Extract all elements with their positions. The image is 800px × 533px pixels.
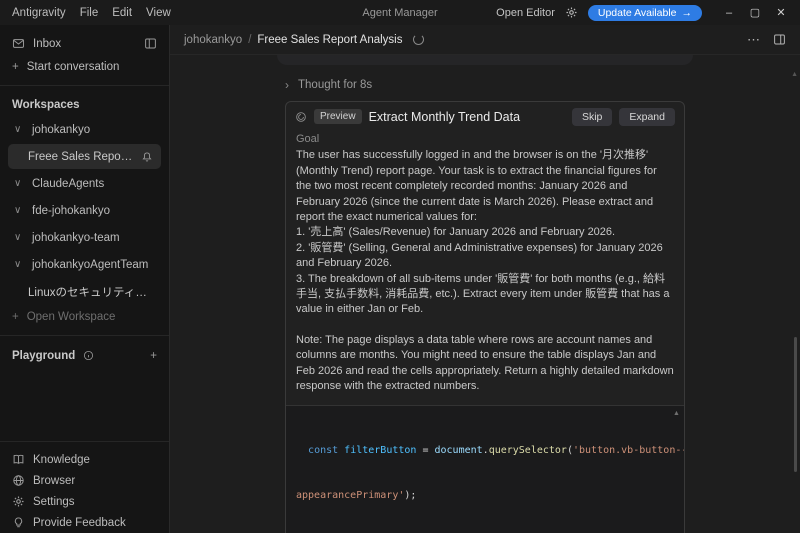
task-card-header: Preview Extract Monthly Trend Data Skip … bbox=[286, 102, 684, 131]
gear-icon[interactable] bbox=[565, 6, 578, 19]
open-editor-button[interactable]: Open Editor bbox=[496, 7, 555, 19]
menu-file[interactable]: File bbox=[73, 7, 106, 19]
plus-icon: + bbox=[12, 311, 19, 323]
info-icon bbox=[83, 350, 94, 361]
code-line: const filterButton = document.querySelec… bbox=[296, 443, 670, 458]
sidebar-item-knowledge[interactable]: Knowledge bbox=[0, 449, 169, 470]
sidebar-workspace-claudeagents[interactable]: ∨ ClaudeAgents bbox=[0, 170, 169, 197]
chat-scroll-area: › Thought for 8s Preview bbox=[170, 55, 800, 533]
goal-item: 1. '売上高' (Sales/Revenue) for January 202… bbox=[296, 225, 674, 240]
goal-label: Goal bbox=[296, 132, 674, 147]
sidebar-item-provide-feedback[interactable]: Provide Feedback bbox=[0, 512, 169, 533]
page-scroll-up-icon[interactable]: ▲ bbox=[791, 71, 798, 78]
goal-item: 3. The breakdown of all sub-items under … bbox=[296, 272, 674, 318]
chevron-right-icon: › bbox=[285, 78, 289, 92]
menu-view[interactable]: View bbox=[139, 7, 178, 19]
sidebar-item-browser[interactable]: Browser bbox=[0, 470, 169, 491]
chevron-down-icon: ∨ bbox=[14, 259, 24, 270]
chevron-down-icon: ∨ bbox=[14, 124, 24, 135]
breadcrumb-workspace[interactable]: johokankyo bbox=[184, 34, 242, 46]
globe-icon bbox=[12, 474, 25, 487]
thought-toggle[interactable]: › Thought for 8s bbox=[285, 78, 693, 92]
sidebar-item-inbox[interactable]: Inbox bbox=[0, 32, 169, 55]
conversation-header: johokankyo / Freee Sales Report Analysis… bbox=[170, 25, 800, 55]
sidebar-workspace-johokankyo-agentteam[interactable]: ∨ johokankyoAgentTeam bbox=[0, 251, 169, 278]
task-card: Preview Extract Monthly Trend Data Skip … bbox=[285, 101, 685, 533]
inbox-label: Inbox bbox=[33, 38, 136, 50]
page-scrollbar-thumb[interactable] bbox=[794, 337, 797, 472]
add-playground-button[interactable]: + bbox=[150, 350, 157, 362]
loading-spinner-icon bbox=[413, 34, 424, 45]
sidebar-workspace-fde-johokankyo[interactable]: ∨ fde-johokankyo bbox=[0, 197, 169, 224]
previous-message-partial bbox=[277, 55, 693, 65]
scroll-up-icon[interactable]: ▲ bbox=[673, 410, 680, 417]
chevron-down-icon: ∨ bbox=[14, 178, 24, 189]
workspaces-header: Workspaces bbox=[0, 93, 169, 116]
sidebar-divider bbox=[0, 85, 169, 86]
task-title: Extract Monthly Trend Data bbox=[369, 110, 565, 124]
menu-edit[interactable]: Edit bbox=[105, 7, 139, 19]
titlebar: Antigravity File Edit View Agent Manager… bbox=[0, 0, 800, 25]
start-conversation-label: Start conversation bbox=[27, 61, 120, 73]
skip-button[interactable]: Skip bbox=[572, 108, 612, 126]
more-options-button[interactable]: ⋯ bbox=[747, 32, 761, 48]
book-icon bbox=[12, 453, 25, 466]
sidebar-divider bbox=[0, 335, 169, 336]
expand-button[interactable]: Expand bbox=[619, 108, 675, 126]
sidebar-workspace-johokankyo[interactable]: ∨ johokankyo bbox=[0, 116, 169, 143]
sidebar-item-open-workspace[interactable]: + Open Workspace bbox=[0, 305, 169, 328]
main-panel: johokankyo / Freee Sales Report Analysis… bbox=[170, 25, 800, 533]
plus-icon: + bbox=[12, 61, 19, 73]
sidebar-workspace-johokankyo-team[interactable]: ∨ johokankyo-team bbox=[0, 224, 169, 251]
minimize-button[interactable]: – bbox=[718, 7, 740, 19]
app-window: Antigravity File Edit View Agent Manager… bbox=[0, 0, 800, 533]
permission-section: const filterButton = document.querySelec… bbox=[286, 405, 684, 533]
menu-antigravity[interactable]: Antigravity bbox=[8, 7, 73, 19]
goal-item: 2. '販管費' (Selling, General and Administr… bbox=[296, 241, 674, 272]
panel-right-toggle-icon[interactable] bbox=[773, 33, 786, 46]
breadcrumb-title: Freee Sales Report Analysis bbox=[257, 34, 402, 46]
maximize-button[interactable]: ▢ bbox=[744, 6, 766, 19]
agent-swirl-icon bbox=[295, 111, 307, 123]
gear-icon bbox=[12, 495, 25, 508]
chevron-down-icon: ∨ bbox=[14, 232, 24, 243]
sidebar-item-settings[interactable]: Settings bbox=[0, 491, 169, 512]
breadcrumb-separator: / bbox=[248, 34, 251, 46]
panel-toggle-icon[interactable] bbox=[144, 37, 157, 50]
arrow-right-icon: → bbox=[682, 7, 693, 19]
code-block: const filterButton = document.querySelec… bbox=[296, 413, 670, 533]
bell-icon[interactable] bbox=[141, 151, 153, 163]
card-inner-scrollbar[interactable]: ▲ ▼ bbox=[672, 410, 681, 533]
inbox-icon bbox=[12, 37, 25, 50]
lightbulb-icon bbox=[12, 516, 25, 529]
close-button[interactable]: ✕ bbox=[770, 6, 792, 19]
playground-header: Playground + bbox=[0, 343, 169, 368]
goal-intro: The user has successfully logged in and … bbox=[296, 148, 674, 225]
chevron-down-icon: ∨ bbox=[14, 205, 24, 216]
sidebar-conversation-linux-security[interactable]: Linuxのセキュリティのトレ bbox=[8, 279, 161, 304]
update-available-button[interactable]: Update Available → bbox=[588, 5, 702, 21]
goal-section: Goal The user has successfully logged in… bbox=[286, 131, 684, 405]
sidebar-divider bbox=[0, 441, 169, 442]
sidebar: Inbox + Start conversation Workspaces ∨ … bbox=[0, 25, 170, 533]
code-line: appearancePrimary'); bbox=[296, 488, 670, 503]
goal-note: Note: The page displays a data table whe… bbox=[296, 333, 674, 395]
sidebar-item-start-conversation[interactable]: + Start conversation bbox=[0, 55, 169, 78]
preview-badge: Preview bbox=[314, 109, 362, 124]
sidebar-conversation-freee-sales[interactable]: Freee Sales Report Analysis bbox=[8, 144, 161, 169]
